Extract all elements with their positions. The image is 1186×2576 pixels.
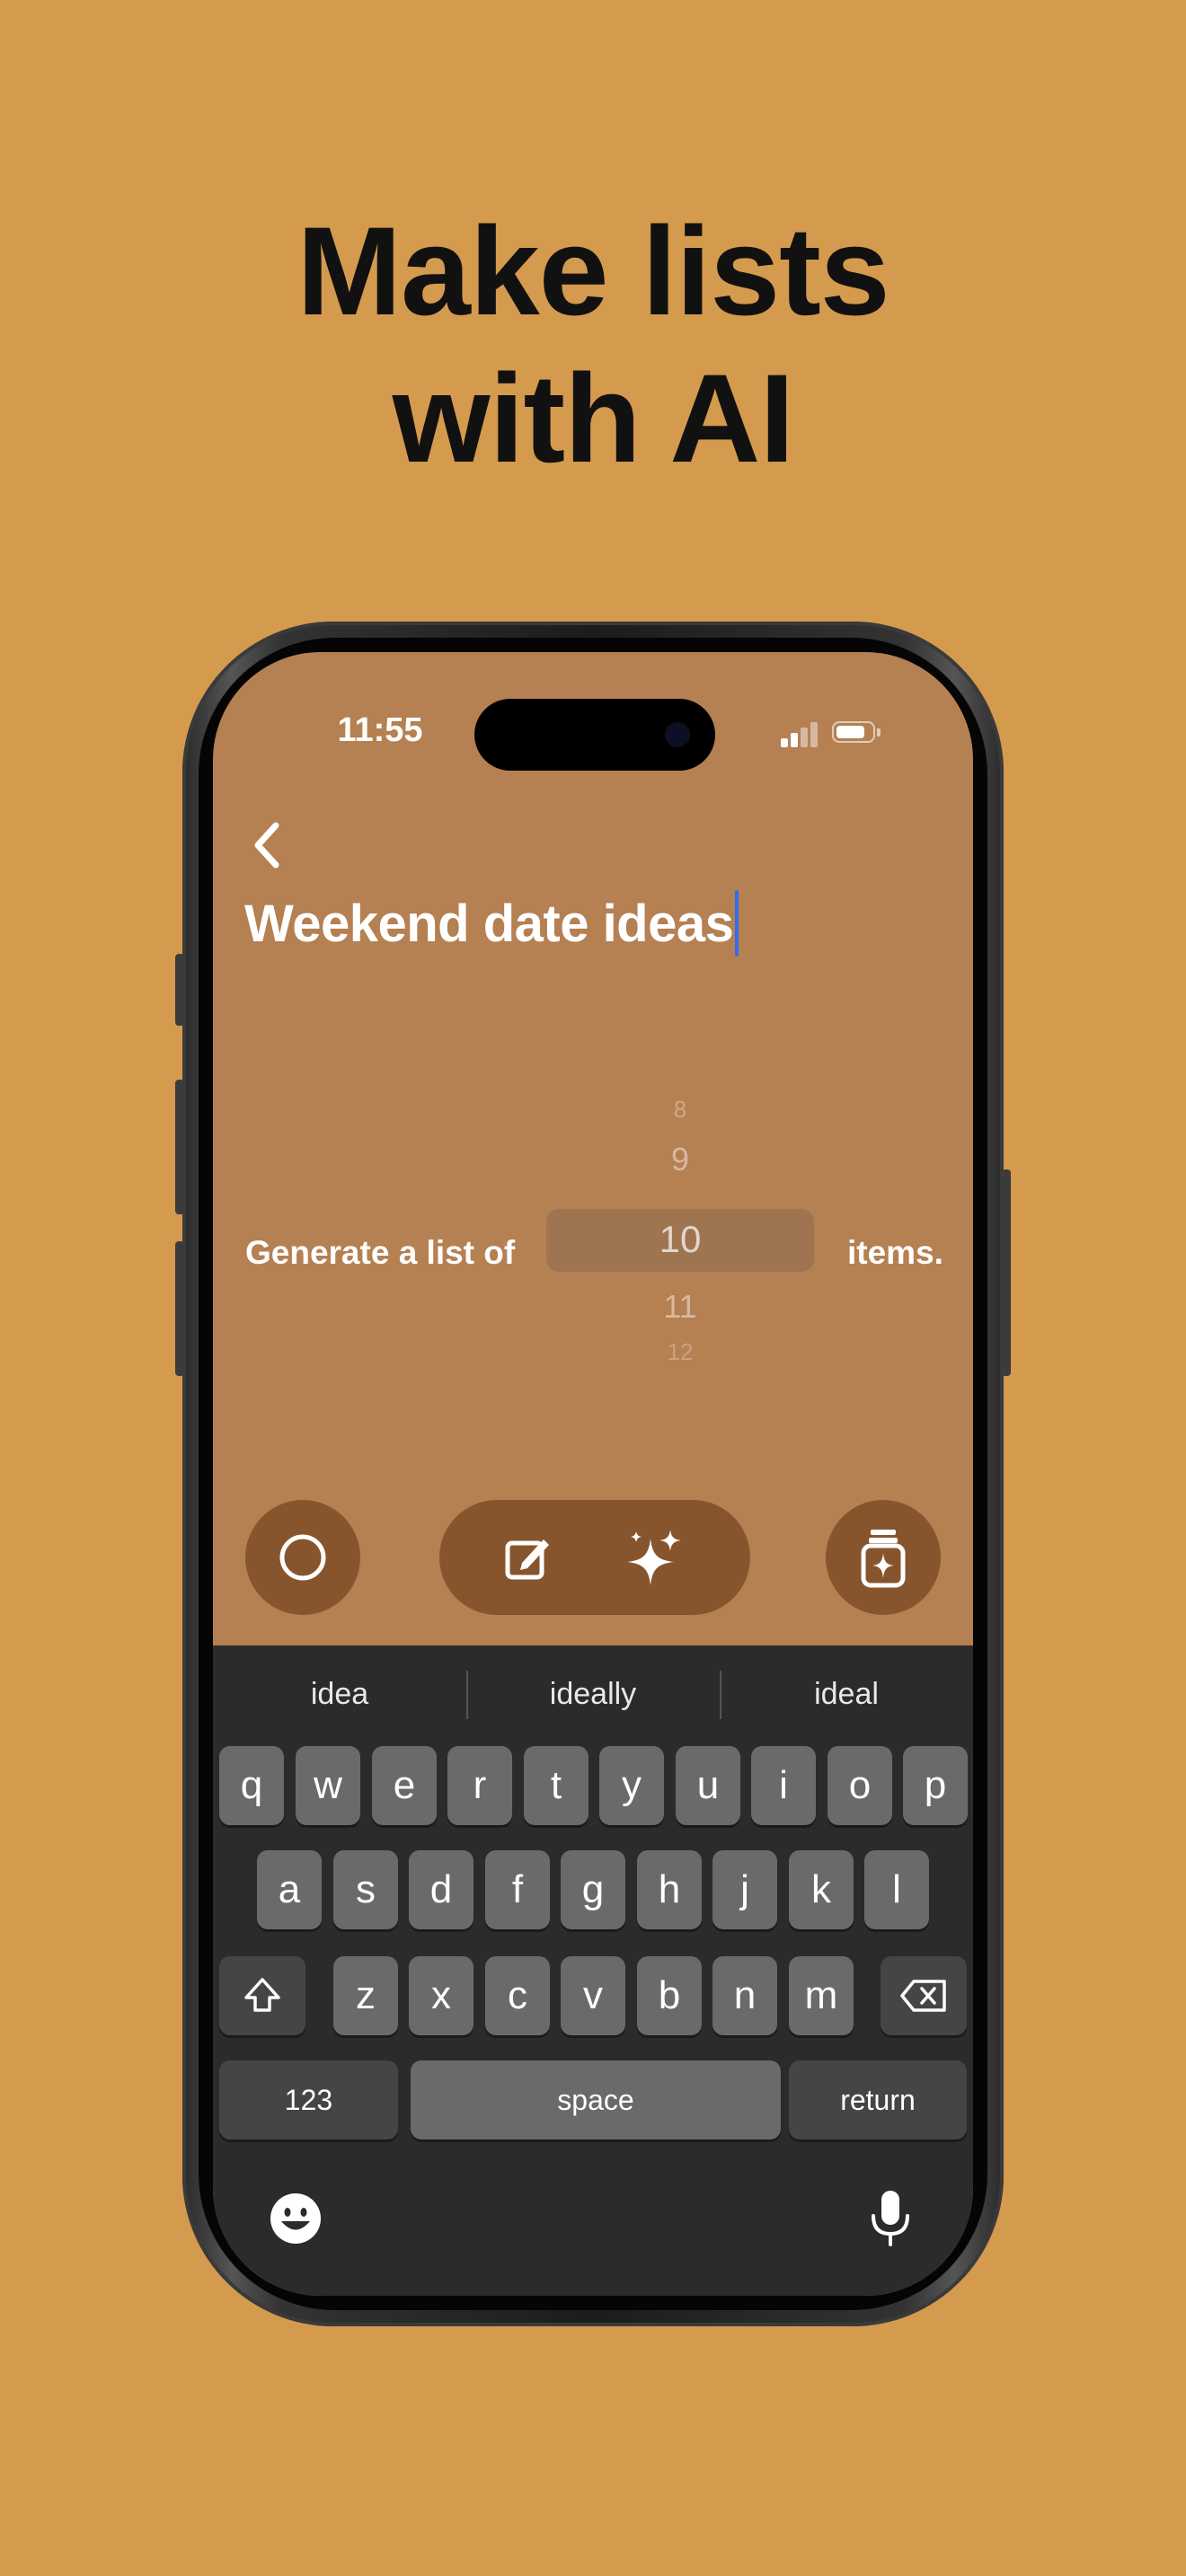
key-y[interactable]: y bbox=[599, 1746, 664, 1825]
key-f[interactable]: f bbox=[485, 1850, 550, 1929]
key-b[interactable]: b bbox=[637, 1956, 702, 2035]
suggestion-idea[interactable]: idea bbox=[213, 1667, 466, 1721]
key-l[interactable]: l bbox=[864, 1850, 929, 1929]
key-j[interactable]: j bbox=[712, 1850, 777, 1929]
key-n[interactable]: n bbox=[712, 1956, 777, 2035]
text-caret bbox=[735, 890, 739, 957]
suggestion-ideal[interactable]: ideal bbox=[720, 1667, 973, 1721]
key-x[interactable]: x bbox=[409, 1956, 474, 2035]
headline-line-2: with AI bbox=[392, 348, 795, 489]
return-key[interactable]: return bbox=[789, 2060, 967, 2139]
emoji-icon bbox=[270, 2193, 321, 2244]
picker-option[interactable]: 11 bbox=[546, 1288, 814, 1326]
list-title: Weekend date ideas bbox=[244, 894, 734, 953]
generate-suffix-label: items. bbox=[847, 1234, 943, 1271]
action-button bbox=[175, 954, 184, 1026]
picker-option[interactable]: 12 bbox=[546, 1338, 814, 1360]
generate-prefix-label: Generate a list of bbox=[245, 1234, 516, 1271]
keyboard: idea ideally ideal q w e r t y u i o p a… bbox=[213, 1645, 973, 2296]
title-input[interactable]: Weekend date ideas bbox=[244, 887, 739, 959]
chevron-left-icon bbox=[254, 822, 279, 869]
status-time: 11:55 bbox=[337, 711, 423, 749]
key-h[interactable]: h bbox=[637, 1850, 702, 1929]
manual-edit-button[interactable] bbox=[491, 1522, 563, 1593]
edit-icon bbox=[505, 1539, 549, 1580]
key-r[interactable]: r bbox=[447, 1746, 512, 1825]
volume-down-button bbox=[175, 1241, 184, 1376]
phone-screen: 11:55 Weekend date ideas Generate a list… bbox=[213, 652, 973, 2296]
suggestion-ideally[interactable]: ideally bbox=[466, 1667, 720, 1721]
headline: Make lists with AI bbox=[0, 198, 1186, 492]
key-i[interactable]: i bbox=[751, 1746, 816, 1825]
key-e[interactable]: e bbox=[372, 1746, 437, 1825]
key-d[interactable]: d bbox=[409, 1850, 474, 1929]
back-button[interactable] bbox=[240, 814, 294, 877]
jar-button[interactable] bbox=[826, 1500, 941, 1615]
numbers-key[interactable]: 123 bbox=[219, 2060, 398, 2139]
shift-icon bbox=[244, 1978, 280, 2012]
key-w[interactable]: w bbox=[296, 1746, 360, 1825]
headline-line-1: Make lists bbox=[296, 200, 890, 341]
cellular-signal-icon bbox=[781, 720, 820, 747]
phone-frame: 11:55 Weekend date ideas Generate a list… bbox=[175, 622, 1011, 2326]
volume-up-button bbox=[175, 1080, 184, 1214]
battery-icon bbox=[832, 721, 881, 743]
dictation-button[interactable] bbox=[858, 2183, 923, 2254]
microphone-icon bbox=[872, 2191, 909, 2246]
key-o[interactable]: o bbox=[828, 1746, 892, 1825]
key-t[interactable]: t bbox=[524, 1746, 589, 1825]
emoji-button[interactable] bbox=[263, 2186, 328, 2251]
key-c[interactable]: c bbox=[485, 1956, 550, 2035]
jar-sparkle-icon bbox=[861, 1530, 906, 1588]
key-v[interactable]: v bbox=[561, 1956, 625, 2035]
key-a[interactable]: a bbox=[257, 1850, 322, 1929]
picker-option[interactable]: 8 bbox=[546, 1096, 814, 1124]
camera-icon bbox=[665, 722, 690, 747]
dynamic-island bbox=[474, 699, 715, 771]
circle-icon bbox=[279, 1534, 326, 1581]
key-k[interactable]: k bbox=[789, 1850, 854, 1929]
delete-backward-icon bbox=[900, 1980, 946, 2012]
delete-key[interactable] bbox=[881, 1956, 967, 2035]
picker-option-selected[interactable]: 10 bbox=[546, 1218, 814, 1261]
key-s[interactable]: s bbox=[333, 1850, 398, 1929]
picker-option[interactable]: 9 bbox=[546, 1141, 814, 1178]
key-g[interactable]: g bbox=[561, 1850, 625, 1929]
mode-toggle-pill bbox=[439, 1500, 750, 1615]
space-key[interactable]: space bbox=[411, 2060, 781, 2139]
key-z[interactable]: z bbox=[333, 1956, 398, 2035]
shift-key[interactable] bbox=[219, 1956, 305, 2035]
ai-generate-button[interactable] bbox=[619, 1522, 691, 1593]
checkbox-toggle-button[interactable] bbox=[245, 1500, 360, 1615]
power-button bbox=[1002, 1169, 1011, 1376]
sparkles-icon bbox=[627, 1530, 681, 1585]
key-p[interactable]: p bbox=[903, 1746, 968, 1825]
key-q[interactable]: q bbox=[219, 1746, 284, 1825]
key-m[interactable]: m bbox=[789, 1956, 854, 2035]
key-u[interactable]: u bbox=[676, 1746, 740, 1825]
